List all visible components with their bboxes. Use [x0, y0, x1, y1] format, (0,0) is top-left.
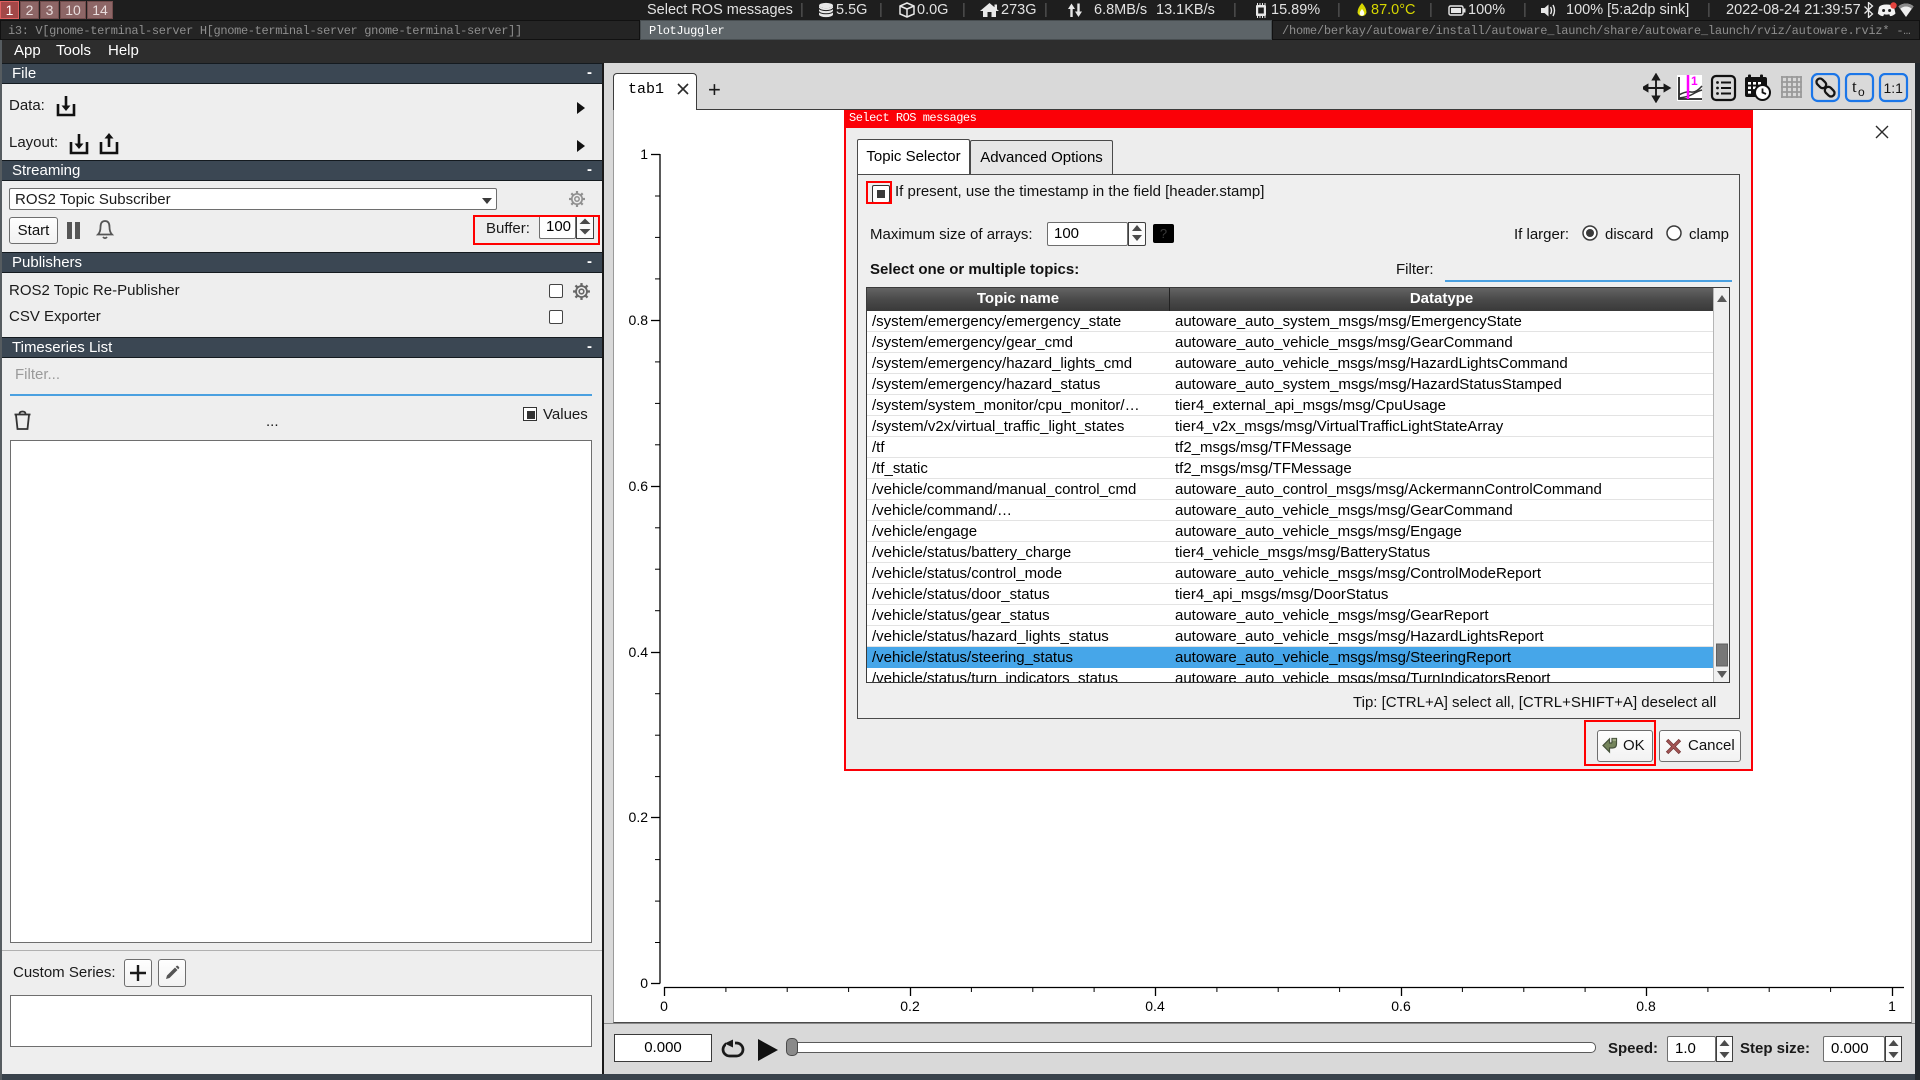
svg-text:1: 1: [1691, 74, 1698, 88]
svg-text:1:1: 1:1: [1884, 80, 1904, 96]
svg-text:t: t: [1852, 77, 1857, 96]
svg-text:o: o: [1858, 85, 1865, 99]
